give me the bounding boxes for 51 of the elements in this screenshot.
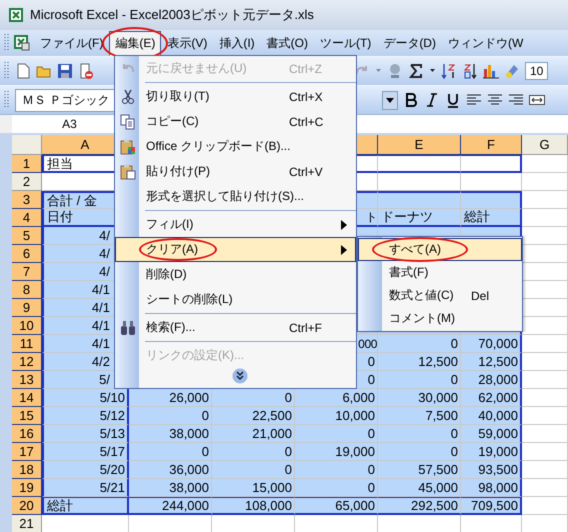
table-cell: 45,000 [378, 479, 461, 497]
table-cell: 5/13 [42, 425, 129, 443]
table-cell: 10,000 [295, 407, 378, 425]
table-cell: 0 [212, 389, 295, 407]
table-cell: 28,000 [461, 371, 522, 389]
table-cell: 6,000 [295, 389, 378, 407]
table-cell: 22,500 [212, 407, 295, 425]
table-cell: 7,500 [378, 407, 461, 425]
table-cell: 59,000 [461, 425, 522, 443]
table-cell: 292,500 [378, 497, 461, 515]
table-cell: 57,500 [378, 461, 461, 479]
table-cell: 40,000 [461, 407, 522, 425]
table-cell: 15,000 [212, 479, 295, 497]
table-cell: 0 [295, 461, 378, 479]
table-cell: 93,500 [461, 461, 522, 479]
table-cell: 0 [378, 425, 461, 443]
table-cell: 0 [378, 443, 461, 461]
table-cell: 12,500 [461, 353, 522, 371]
table-cell: 0 [212, 461, 295, 479]
table-cell: 0 [295, 425, 378, 443]
table-cell: 62,000 [461, 389, 522, 407]
table-cell: 30,000 [378, 389, 461, 407]
table-cell: 総計 [461, 209, 522, 227]
table-cell: 0 [129, 443, 212, 461]
table-cell: 0 [378, 371, 461, 389]
table-cell: 98,000 [461, 479, 522, 497]
table-cell: 0 [378, 335, 461, 353]
table-cell: 70,000 [461, 335, 522, 353]
table-cell: 19,000 [295, 443, 378, 461]
table-cell: 5/17 [42, 443, 129, 461]
table-cell: 総計 [42, 497, 129, 515]
table-cell: 38,000 [129, 425, 212, 443]
table-cell: 0 [295, 479, 378, 497]
table-cell: ドーナツ [378, 209, 461, 227]
table-cell: 65,000 [295, 497, 378, 515]
table-cell: 0 [212, 443, 295, 461]
table-cell: 0 [129, 407, 212, 425]
table-cell: 5/21 [42, 479, 129, 497]
table-cell: 108,000 [212, 497, 295, 515]
table-cell: 244,000 [129, 497, 212, 515]
table-cell: 12,500 [378, 353, 461, 371]
table-cell: 5/12 [42, 407, 129, 425]
table-cell: 38,000 [129, 479, 212, 497]
table-cell: 5/20 [42, 461, 129, 479]
window-title: Microsoft Excel - Excel2003ピボット元データ.xls [30, 6, 314, 24]
table-cell: 21,000 [212, 425, 295, 443]
table-cell: 5/10 [42, 389, 129, 407]
table-cell: 709,500 [461, 497, 522, 515]
table-cell: 36,000 [129, 461, 212, 479]
table-cell: 26,000 [129, 389, 212, 407]
table-cell: 19,000 [461, 443, 522, 461]
